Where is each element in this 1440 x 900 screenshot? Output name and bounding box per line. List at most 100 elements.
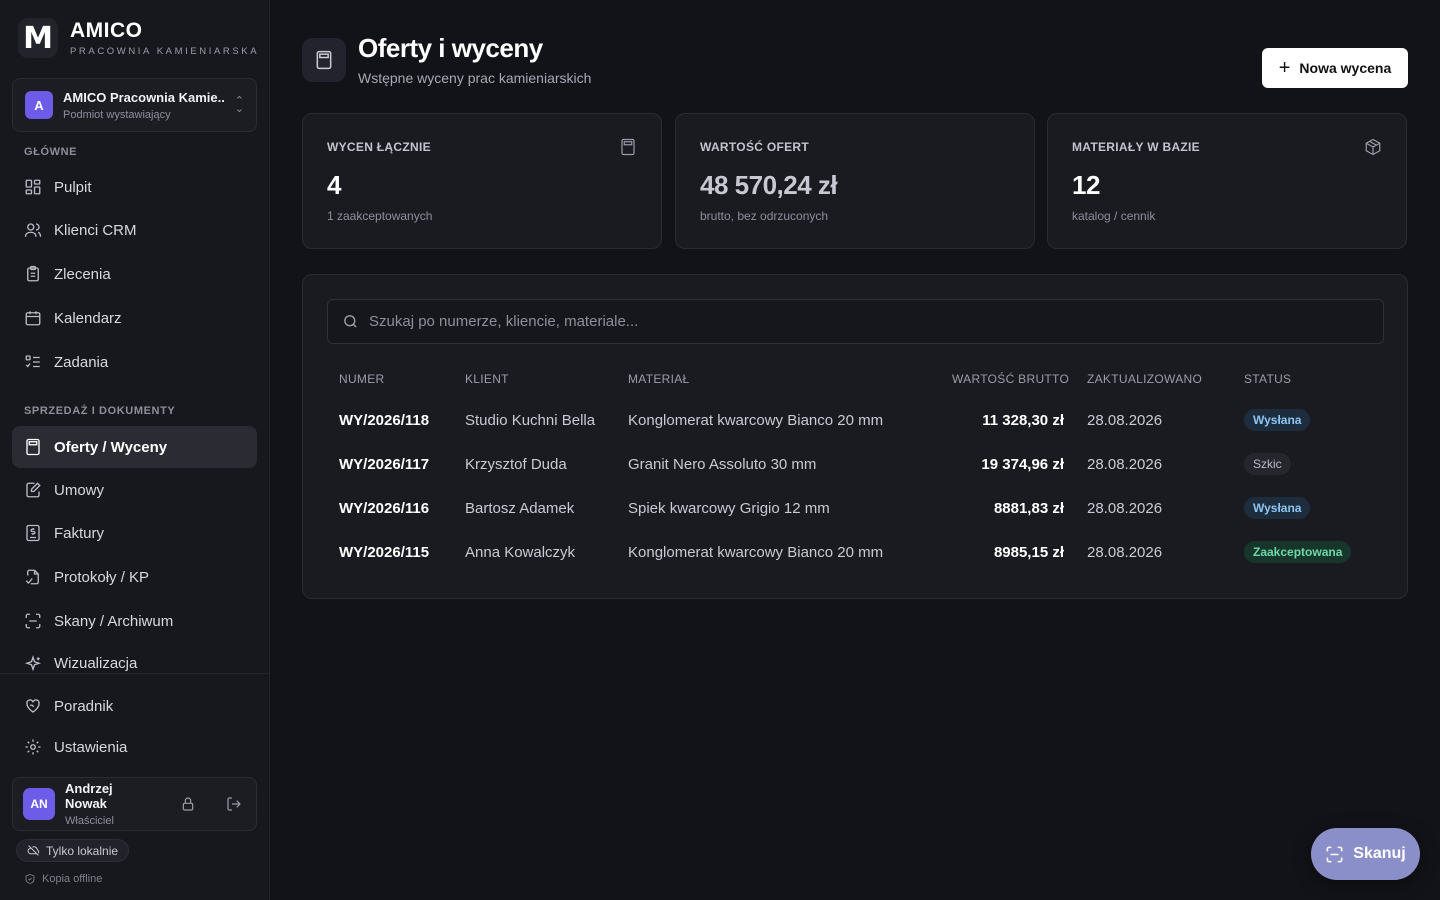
sidebar-item-label: Protokoły / KP	[54, 568, 150, 586]
quote-number: WY/2026/115	[339, 543, 430, 561]
quote-number: WY/2026/118	[339, 411, 430, 429]
status-badge: Zaakceptowana	[1244, 541, 1352, 563]
stat-note: 1 zaakceptowanych	[327, 209, 433, 223]
nav-section-sales: SPRZEDAŻ I DOKUMENTY	[24, 405, 176, 417]
quotes-table-card: NUMER KLIENT MATERIAŁ WARTOŚĆ BRUTTO ZAK…	[302, 274, 1408, 599]
logout-icon[interactable]	[222, 792, 246, 816]
column-header-amount[interactable]: WARTOŚĆ BRUTTO	[952, 372, 1069, 386]
scan-button[interactable]: Skanuj	[1311, 828, 1420, 880]
sidebar-item-faktury[interactable]: Faktury	[12, 512, 257, 554]
table-row[interactable]: WY/2026/117 Krzysztof Duda Granit Nero A…	[327, 442, 1384, 486]
sidebar-item-protokoly[interactable]: Protokoły / KP	[12, 556, 257, 598]
stat-note: brutto, bez odrzuconych	[700, 209, 829, 223]
quote-material: Granit Nero Assoluto 30 mm	[628, 455, 817, 473]
user-card: AN Andrzej Nowak Właściciel	[12, 777, 257, 831]
sidebar-item-wizualizacja[interactable]: Wizualizacja	[12, 644, 257, 674]
quote-material: Konglomerat kwarcowy Bianco 20 mm	[628, 543, 884, 561]
page-title: Oferty i wyceny	[358, 33, 543, 63]
sidebar-item-label: Kalendarz	[54, 309, 122, 327]
status-badge: Wysłana	[1244, 497, 1311, 519]
sidebar-item-label: Klienci CRM	[54, 221, 137, 239]
quote-client: Studio Kuchni Bella	[465, 411, 596, 429]
sidebar-item-skany[interactable]: Skany / Archiwum	[12, 600, 257, 642]
entity-role: Podmiot wystawiający	[63, 108, 171, 121]
quote-number: WY/2026/116	[339, 499, 430, 517]
table-row[interactable]: WY/2026/116 Bartosz Adamek Spiek kwarcow…	[327, 486, 1384, 530]
stat-label: MATERIAŁY W BAZIE	[1072, 140, 1200, 154]
dashboard-icon	[24, 178, 42, 196]
offline-note-label: Kopia offline	[42, 873, 103, 885]
search-input[interactable]	[369, 313, 1383, 330]
calculator-icon	[619, 138, 637, 156]
tasks-icon	[24, 353, 42, 371]
column-header-status[interactable]: STATUS	[1244, 372, 1291, 386]
quote-updated: 28.08.2026	[1087, 543, 1163, 561]
status-badge: Wysłana	[1244, 409, 1311, 431]
column-header-updated[interactable]: ZAKTUALIZOWANO	[1087, 372, 1202, 386]
clipboard-icon	[24, 265, 42, 283]
sidebar-item-zlecenia[interactable]: Zlecenia	[12, 253, 257, 295]
sidebar: M AMICO PRACOWNIA KAMIENIARSKA A AMICO P…	[0, 0, 270, 900]
stat-card-total: WYCEN ŁĄCZNIE 4 1 zaakceptowanych	[302, 113, 662, 249]
protocol-icon	[24, 568, 42, 586]
package-icon	[1364, 138, 1382, 156]
sidebar-item-label: Zadania	[54, 353, 109, 371]
sidebar-item-pulpit[interactable]: Pulpit	[12, 166, 257, 208]
quote-material: Konglomerat kwarcowy Bianco 20 mm	[628, 411, 884, 429]
lock-icon[interactable]	[176, 792, 200, 816]
stat-card-materials: MATERIAŁY W BAZIE 12 katalog / cennik	[1047, 113, 1407, 249]
scan-label: Skanuj	[1353, 845, 1406, 862]
local-mode-label: Tylko lokalnie	[46, 843, 119, 858]
sidebar-item-label: Poradnik	[54, 697, 114, 715]
user-name: Andrzej Nowak	[65, 781, 113, 811]
stat-card-value: WARTOŚĆ OFERT 48 570,24 zł brutto, bez o…	[675, 113, 1035, 249]
offline-note: Kopia offline	[24, 873, 102, 885]
quote-amount: 19 374,96 zł	[981, 455, 1064, 473]
local-mode-badge[interactable]: Tylko lokalnie	[16, 839, 130, 862]
column-header-client[interactable]: KLIENT	[465, 372, 509, 386]
table-row[interactable]: WY/2026/115 Anna Kowalczyk Konglomerat k…	[327, 530, 1384, 574]
calculator-icon	[24, 438, 42, 456]
shield-check-icon	[25, 874, 35, 884]
user-role: Właściciel	[65, 815, 114, 827]
sidebar-item-label: Wizualizacja	[54, 655, 138, 672]
new-quote-button[interactable]: + Nowa wycena	[1262, 48, 1408, 88]
stat-label: WYCEN ŁĄCZNIE	[327, 140, 431, 154]
entity-switcher[interactable]: A AMICO Pracownia Kamie... Podmiot wysta…	[12, 78, 257, 132]
entity-name: AMICO Pracownia Kamie...	[63, 89, 225, 105]
page-subtitle: Wstępne wyceny prac kamieniarskich	[358, 70, 592, 86]
quote-client: Krzysztof Duda	[465, 455, 567, 473]
sidebar-item-umowy[interactable]: Umowy	[12, 469, 257, 511]
stat-note: katalog / cennik	[1072, 209, 1156, 223]
calendar-icon	[24, 309, 42, 327]
cloud-off-icon	[27, 845, 40, 856]
status-badge: Szkic	[1244, 453, 1291, 475]
stat-label: WARTOŚĆ OFERT	[700, 140, 810, 154]
chevron-up-down-icon: ⌃ ⌄	[234, 95, 244, 115]
stat-value: 4	[327, 170, 341, 200]
avatar: AN	[23, 788, 55, 820]
sidebar-item-label: Pulpit	[54, 178, 92, 196]
scan-icon	[24, 612, 42, 630]
quote-amount: 11 328,30 zł	[982, 411, 1064, 429]
sidebar-item-oferty[interactable]: Oferty / Wyceny	[12, 426, 257, 468]
table-row[interactable]: WY/2026/118 Studio Kuchni Bella Konglome…	[327, 398, 1384, 442]
nav-section-main: GŁÓWNE	[24, 146, 78, 158]
stat-value: 48 570,24 zł	[700, 170, 838, 200]
gear-icon	[24, 738, 42, 756]
sidebar-item-poradnik[interactable]: Poradnik	[12, 685, 257, 727]
sidebar-item-label: Skany / Archiwum	[54, 612, 174, 630]
heart-hand-icon	[24, 697, 42, 715]
brand-logo[interactable]: M AMICO PRACOWNIA KAMIENIARSKA	[18, 18, 259, 58]
stat-value: 12	[1072, 170, 1100, 200]
sidebar-item-label: Oferty / Wyceny	[54, 438, 168, 456]
search-box	[327, 299, 1384, 344]
sidebar-item-zadania[interactable]: Zadania	[12, 341, 257, 383]
brand-subtitle: PRACOWNIA KAMIENIARSKA	[70, 45, 260, 57]
sidebar-item-kalendarz[interactable]: Kalendarz	[12, 297, 257, 339]
sidebar-item-ustawienia[interactable]: Ustawienia	[12, 726, 257, 768]
sidebar-item-klienci[interactable]: Klienci CRM	[12, 209, 257, 251]
column-header-number[interactable]: NUMER	[339, 372, 385, 386]
invoice-icon	[24, 524, 42, 542]
column-header-material[interactable]: MATERIAŁ	[628, 372, 690, 386]
